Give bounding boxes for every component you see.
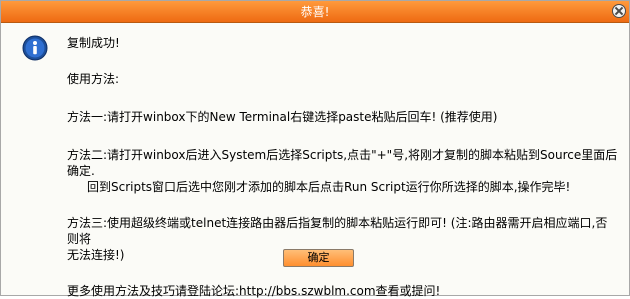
dialog-window: 恭喜! 复制成功! 使用方法: 方法一:请打开winbox下的New Termi…	[0, 0, 630, 298]
method-two-line-one: 方法二:请打开winbox后进入System后选择Scripts,点击"+"号,…	[67, 148, 618, 178]
method-three-line-one: 方法三:使用超级终端或telnet连接路由器后指复制的脚本粘贴运行即可! (注:…	[67, 216, 608, 246]
dialog-title: 恭喜!	[300, 5, 330, 19]
forum-text: 更多使用方法及技巧请登陆论坛:http://bbs.szwblm.com查看或提…	[67, 284, 441, 298]
usage-heading: 使用方法:	[67, 72, 120, 86]
close-icon[interactable]	[612, 4, 626, 18]
ok-button[interactable]: 确定	[283, 249, 354, 267]
dialog-titlebar: 恭喜!	[1, 1, 629, 23]
info-icon	[22, 35, 48, 61]
method-one-text: 方法一:请打开winbox下的New Terminal右键选择paste粘贴后回…	[67, 110, 498, 124]
method-two-line-two: 回到Scripts窗口后选中您刚才添加的脚本后点击Run Script运行你所选…	[87, 180, 571, 194]
success-text: 复制成功!	[67, 36, 120, 50]
